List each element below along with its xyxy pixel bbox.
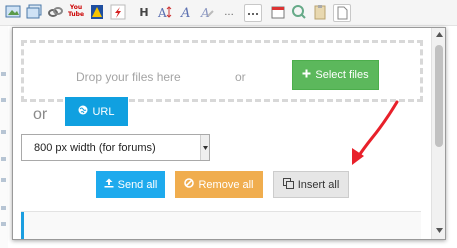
- youtube-icon[interactable]: You Tube: [67, 4, 85, 22]
- upload-popup: Drop your files here or Select files or …: [12, 27, 446, 240]
- warning-icon[interactable]: [88, 4, 106, 22]
- calendar-icon[interactable]: [269, 4, 287, 22]
- more-box-icon[interactable]: [244, 4, 262, 22]
- scrollbar-thumb[interactable]: [435, 45, 443, 147]
- svg-text:A: A: [157, 6, 167, 20]
- font-icon[interactable]: A: [177, 4, 195, 22]
- link-icon[interactable]: [46, 4, 64, 22]
- dropzone-text: Drop your files here: [76, 70, 181, 84]
- select-files-label: Select files: [315, 69, 369, 81]
- url-label: URL: [92, 105, 115, 118]
- spellcheck-icon[interactable]: [290, 4, 308, 22]
- svg-text:A: A: [180, 6, 190, 20]
- scroll-down-icon[interactable]: [436, 228, 443, 235]
- clear-format-icon[interactable]: A: [198, 4, 216, 22]
- insert-all-button[interactable]: Insert all: [273, 171, 349, 198]
- file-dropzone[interactable]: Drop your files here or Select files: [21, 40, 423, 102]
- more-icon[interactable]: ...: [220, 4, 238, 22]
- upload-icon: [104, 178, 114, 191]
- globe-icon: [78, 105, 88, 118]
- image-icon[interactable]: [4, 4, 22, 22]
- copy-icon: [282, 177, 294, 192]
- ban-icon: [184, 178, 195, 191]
- heading-icon[interactable]: H: [135, 4, 153, 22]
- insert-all-label: Insert all: [297, 178, 340, 191]
- editor-left-strip: [0, 26, 8, 248]
- flash-icon[interactable]: [109, 4, 127, 22]
- send-all-button[interactable]: Send all: [96, 171, 165, 198]
- svg-text:A: A: [200, 6, 210, 20]
- image-size-value: 800 px width (for forums): [34, 142, 156, 154]
- page-icon[interactable]: [333, 4, 351, 22]
- paste-icon[interactable]: [311, 4, 329, 22]
- url-or-text: or: [33, 106, 48, 123]
- select-files-button[interactable]: Select files: [292, 60, 379, 90]
- font-size-icon[interactable]: A: [156, 4, 174, 22]
- dropzone-or-text: or: [235, 70, 246, 84]
- remove-all-label: Remove all: [198, 178, 254, 191]
- uploaded-files-list: [21, 211, 421, 239]
- chevron-down-icon[interactable]: [200, 135, 209, 160]
- list-accent-bar: [21, 212, 24, 239]
- editor-toolbar: You Tube H A A A ...: [0, 0, 457, 26]
- gallery-icon[interactable]: [25, 4, 43, 22]
- send-all-label: Send all: [117, 178, 158, 191]
- scroll-up-icon[interactable]: [436, 32, 443, 39]
- plus-icon: [302, 69, 311, 81]
- url-button[interactable]: URL: [65, 97, 128, 126]
- remove-all-button[interactable]: Remove all: [175, 171, 263, 198]
- image-size-select[interactable]: 800 px width (for forums): [21, 134, 210, 161]
- popup-scrollbar[interactable]: [431, 28, 445, 239]
